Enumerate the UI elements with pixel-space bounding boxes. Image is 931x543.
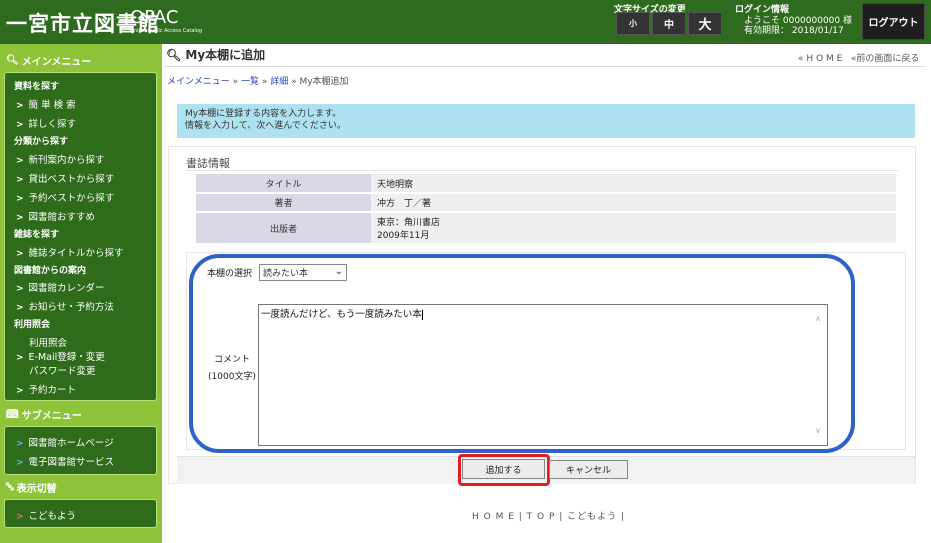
table-row: 著者 冲方 丁／著 — [196, 193, 896, 213]
chevron-right-icon: > — [16, 213, 24, 223]
publisher-value: 東京：角川書店 2009年11月 — [371, 212, 896, 245]
biblio-section-title: 書誌情報 — [186, 157, 230, 170]
home-link[interactable]: « H O M E — [798, 54, 842, 64]
footer-top-link[interactable]: T O P — [527, 512, 556, 522]
section-guide: 図書館からの案内 — [14, 266, 87, 276]
table-row: 出版者 東京：角川書店 2009年11月 — [196, 212, 896, 245]
section-usage: 利用照会 — [14, 320, 51, 330]
top-links: « H O M E «前の画面に戻る — [798, 51, 919, 64]
table-row: タイトル 天地明察 — [196, 174, 896, 194]
breadcrumb-list[interactable]: 一覧 — [241, 77, 259, 87]
chevron-right-icon: > — [16, 439, 24, 449]
title-value: 天地明察 — [371, 174, 896, 194]
chevron-right-icon: > — [16, 284, 24, 294]
footer-home-link[interactable]: H O M E — [472, 512, 515, 522]
page-title: 🔍︎ My本棚に追加 — [166, 48, 266, 62]
sidebar-item-recommend[interactable]: > 図書館おすすめ — [16, 209, 95, 223]
sidebar-item-simple-search[interactable]: > 簡 単 検 索 — [16, 97, 76, 111]
publisher-label: 出版者 — [196, 212, 371, 245]
main-menu-header: 🔍︎ メインメニュー — [0, 49, 162, 71]
section-search: 資料を探す — [14, 82, 60, 92]
display-switch-header: 🔤︎ 表示切替 — [0, 476, 162, 498]
search-icon: 🔍︎ — [166, 48, 182, 62]
book-icon: 📖︎ — [6, 408, 19, 420]
footer-links: H O M E | T O P | こどもよう | — [472, 512, 626, 522]
header: 一宮市立図書館 OPAC Online Public Access Catalo… — [0, 0, 931, 44]
font-small-button[interactable]: 小 — [616, 12, 650, 35]
chevron-right-icon: > — [16, 353, 24, 363]
chevron-right-icon: > — [16, 175, 24, 185]
opac-subtitle: Online Public Access Catalog — [130, 28, 203, 34]
display-switch-title: 表示切替 — [16, 483, 57, 495]
scroll-up-icon[interactable]: ∧ — [815, 314, 821, 323]
logout-button[interactable]: ログアウト — [862, 3, 925, 40]
section-magazine: 雑誌を探す — [14, 230, 60, 240]
chevron-down-icon: ⌄ — [334, 266, 343, 277]
font-medium-button[interactable]: 中 — [652, 12, 686, 35]
breadcrumb: メインメニュー » 一覧 » 詳細 » My本棚追加 — [167, 77, 349, 87]
biblio-divider — [186, 170, 898, 171]
sidebar-item-calendar[interactable]: > 図書館カレンダー — [16, 280, 105, 294]
author-label: 著者 — [196, 193, 371, 213]
opac-logo: OPAC — [130, 7, 179, 28]
shelf-select[interactable]: 読みたい本 ⌄ — [259, 264, 347, 281]
chevron-right-icon: > — [16, 194, 24, 204]
sidebar-item-notice[interactable]: > お知らせ・予約方法 — [16, 299, 114, 313]
add-button[interactable]: 追加する — [462, 459, 545, 479]
switch-icon: 🔤︎ — [6, 481, 14, 493]
chevron-right-icon: > — [16, 386, 24, 396]
section-category: 分類から探す — [14, 137, 69, 147]
breadcrumb-current: My本棚追加 — [299, 77, 349, 87]
sidebar-item-reserve-cart[interactable]: > 予約カート — [16, 382, 76, 396]
cancel-button[interactable]: キャンセル — [549, 460, 628, 479]
breadcrumb-main-menu[interactable]: メインメニュー — [167, 77, 230, 87]
chevron-right-icon: > — [16, 249, 24, 259]
biblio-table: タイトル 天地明察 著者 冲方 丁／著 出版者 東京：角川書店 2009年11月 — [196, 174, 896, 245]
sidebar-item-loan-best[interactable]: > 貸出ベストから探す — [16, 171, 114, 185]
sidebar-item-password[interactable]: パスワード変更 — [29, 363, 96, 377]
sidebar-item-magazine-title[interactable]: > 雑誌タイトルから探す — [16, 245, 124, 259]
comment-label: コメント (1000文字) — [208, 355, 256, 382]
font-large-button[interactable]: 大 — [688, 12, 722, 35]
main-menu-title: メインメニュー — [21, 56, 92, 68]
main-menu-box: 資料を探す > 簡 単 検 索 > 詳しく探す 分類から探す > 新刊案内から探す >… — [4, 72, 157, 401]
footer-kids-link[interactable]: こどもよう — [567, 512, 617, 522]
chevron-right-icon: > — [16, 101, 24, 111]
sidebar-item-detail-search[interactable]: > 詳しく探す — [16, 116, 76, 130]
sidebar-item-new-books[interactable]: > 新刊案内から探す — [16, 152, 105, 166]
chevron-right-icon: > — [16, 120, 24, 130]
sidebar-item-usage[interactable]: 利用照会 — [29, 335, 67, 349]
chevron-right-icon: > — [16, 156, 24, 166]
info-message: My本棚に登録する内容を入力します。 情報を入力して、次へ進んでください。 — [177, 104, 915, 138]
sidebar-item-email[interactable]: > E-Mail登録・変更 — [16, 349, 105, 363]
chevron-right-icon: > — [16, 458, 24, 468]
back-link[interactable]: «前の画面に戻る — [851, 54, 920, 64]
text-caret — [421, 309, 423, 320]
sub-menu-header: 📖︎ サブメニュー — [0, 403, 162, 425]
display-switch-box: > こどもよう — [4, 499, 157, 528]
sidebar-item-reserve-best[interactable]: > 予約ベストから探す — [16, 190, 114, 204]
scroll-down-icon[interactable]: ∨ — [815, 426, 821, 435]
sidebar: 🔍︎ メインメニュー 資料を探す > 簡 単 検 索 > 詳しく探す 分類から探す … — [0, 44, 162, 543]
title-label: タイトル — [196, 174, 371, 194]
search-icon: 🔍︎ — [6, 54, 19, 66]
sidebar-item-library-home[interactable]: > 図書館ホームページ — [16, 435, 114, 449]
breadcrumb-detail[interactable]: 詳細 — [270, 77, 288, 87]
login-expire: 有効期限： 2018/01/17 — [744, 26, 844, 36]
title-divider — [164, 66, 926, 67]
shelf-select-label: 本棚の選択 — [207, 269, 253, 279]
sidebar-item-e-library[interactable]: > 電子図書館サービス — [16, 454, 114, 468]
chevron-right-icon: > — [16, 512, 24, 522]
sidebar-item-kids[interactable]: > こどもよう — [16, 508, 76, 522]
chevron-right-icon: > — [16, 303, 24, 313]
sub-menu-title: サブメニュー — [21, 410, 82, 422]
author-value: 冲方 丁／著 — [371, 193, 896, 213]
sub-menu-box: > 図書館ホームページ > 電子図書館サービス — [4, 426, 157, 475]
comment-textarea[interactable]: 一度読んだけど、もう一度読みたい本 — [258, 304, 828, 446]
